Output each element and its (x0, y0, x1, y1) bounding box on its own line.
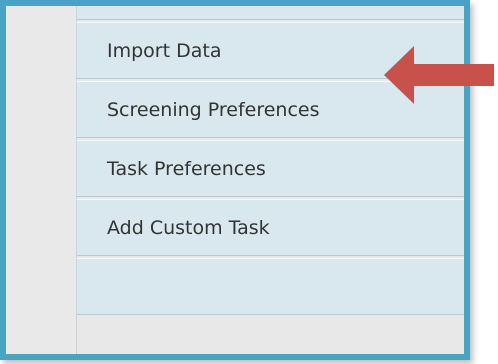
menu-item-partial-bottom[interactable] (76, 258, 464, 315)
menu-item-label: Add Custom Task (107, 217, 270, 239)
menu-item-task-preferences[interactable]: Task Preferences (76, 140, 464, 197)
menu-item-label: Screening Preferences (107, 99, 320, 121)
menu-item-label: Task Preferences (107, 158, 266, 180)
menu-item-add-custom-task[interactable]: Add Custom Task (76, 199, 464, 256)
menu-item-label: Import Data (107, 40, 222, 62)
menu-item-partial[interactable] (76, 6, 464, 20)
left-gutter (6, 6, 77, 354)
pointer-arrow-icon (384, 46, 494, 104)
